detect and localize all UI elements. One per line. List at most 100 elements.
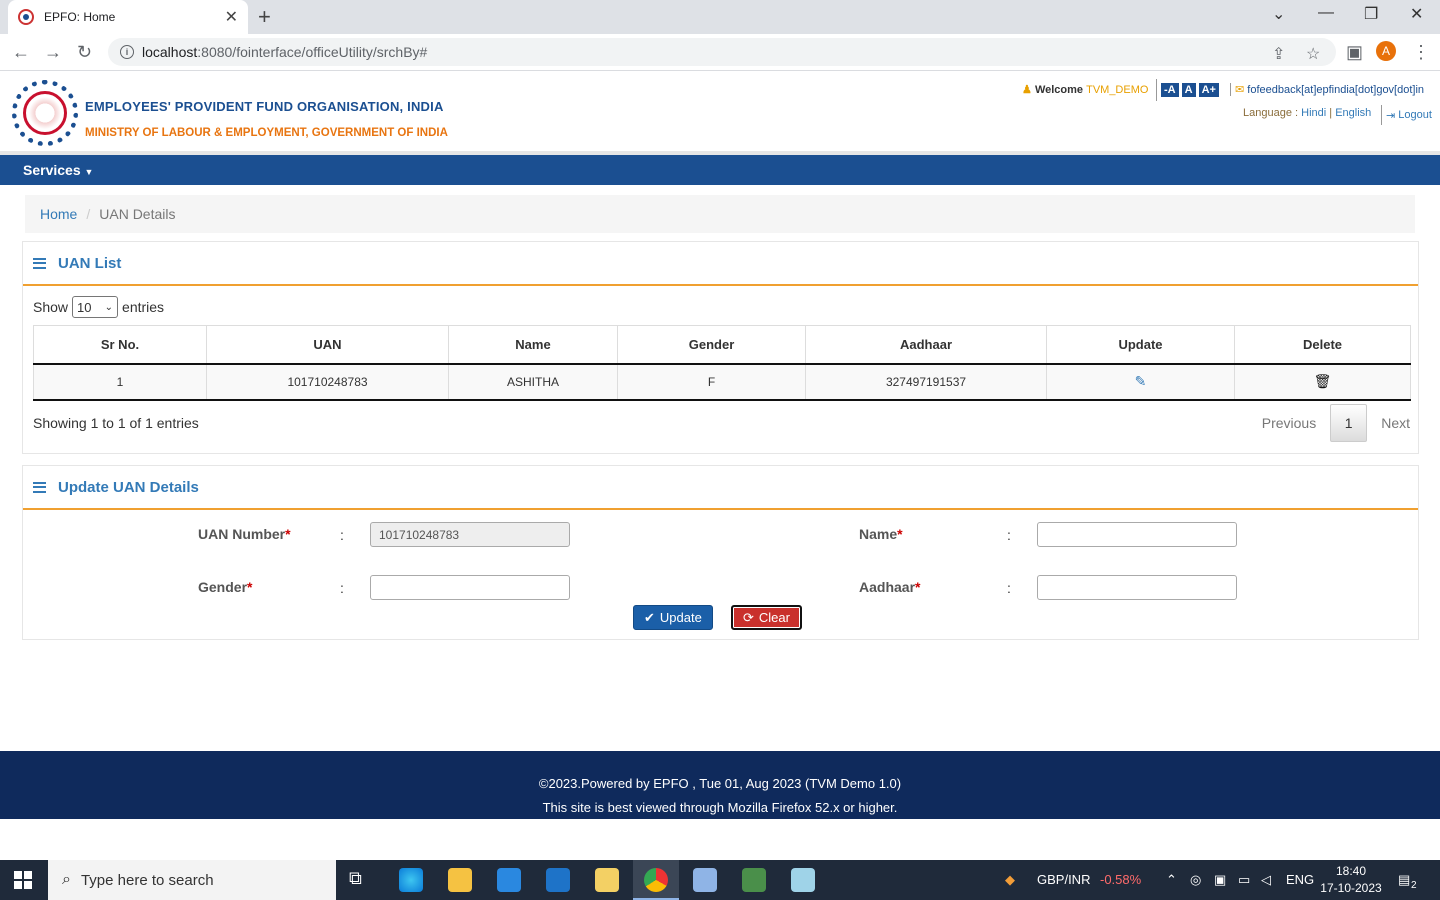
browser-tab[interactable]: EPFO: Home ✕	[8, 0, 248, 34]
chrome-icon[interactable]	[644, 868, 668, 892]
next-button[interactable]: Next	[1381, 415, 1410, 431]
uan-list-panel: UAN List Show 10 ⌄ entries Sr No. UAN Na…	[22, 241, 1419, 454]
breadcrumb-home[interactable]: Home	[40, 206, 77, 222]
col-uan[interactable]: UAN	[206, 325, 449, 365]
trash-icon[interactable]: 🗑	[1314, 373, 1332, 389]
edge-icon[interactable]	[399, 868, 423, 892]
edit-icon[interactable]: ✎	[1135, 373, 1147, 389]
hamburger-icon	[33, 257, 46, 269]
currency-pair[interactable]: GBP/INR	[1037, 872, 1090, 887]
breadcrumb-separator: /	[86, 206, 91, 222]
logout-label: Logout	[1398, 109, 1432, 121]
name-label: Name*	[859, 526, 903, 542]
task-view-icon[interactable]: ⧉	[349, 868, 373, 892]
mail-icon[interactable]	[546, 868, 570, 892]
logout-link[interactable]: ⇥ Logout	[1381, 105, 1432, 125]
reload-icon[interactable]: ↻	[77, 42, 92, 63]
media-icon[interactable]	[742, 868, 766, 892]
back-arrow-icon[interactable]: ←	[12, 42, 30, 63]
required-mark: *	[285, 526, 291, 542]
share-icon[interactable]: ⇪	[1272, 44, 1285, 64]
font-decrease-button[interactable]: -A	[1161, 83, 1179, 97]
aadhaar-label-text: Aadhaar	[859, 579, 916, 595]
aadhaar-input[interactable]	[1037, 575, 1237, 600]
chevron-down-icon: ⌄	[104, 301, 114, 313]
clear-button-label: Clear	[758, 610, 790, 625]
breadcrumb-current: UAN Details	[99, 206, 176, 222]
browser-tabbar: EPFO: Home ✕ + ⌄ — ❐ ✕	[0, 0, 1440, 34]
tab-search-chevron-icon[interactable]: ⌄	[1272, 4, 1285, 24]
folder-icon[interactable]	[595, 868, 619, 892]
meet-icon[interactable]: ◎	[1190, 872, 1201, 888]
epfo-logo[interactable]	[12, 80, 78, 146]
footer-copyright: ©2023.Powered by EPFO , Tue 01, Aug 2023…	[538, 776, 902, 791]
col-name[interactable]: Name	[448, 325, 618, 365]
show-hidden-icons-icon[interactable]: ⌃	[1166, 872, 1177, 888]
taskbar-clock[interactable]: 18:40 17-10-2023	[1318, 863, 1384, 897]
site-info-icon[interactable]: i	[120, 45, 134, 59]
taskbar-search[interactable]: ⌕ Type here to search	[48, 860, 336, 900]
store-icon[interactable]	[497, 868, 521, 892]
hamburger-icon	[33, 481, 46, 493]
window-close-icon[interactable]: ✕	[1410, 4, 1423, 24]
notification-count: 2	[1411, 880, 1417, 891]
font-size-controls: -A A A+	[1156, 79, 1219, 101]
profile-avatar[interactable]: A	[1376, 41, 1396, 61]
side-panel-icon[interactable]: ▣	[1346, 42, 1363, 63]
col-gender[interactable]: Gender	[617, 325, 806, 365]
uan-number-label-text: UAN Number	[198, 526, 286, 542]
col-update[interactable]: Update	[1046, 325, 1235, 365]
restore-icon[interactable]: ❐	[1364, 4, 1378, 24]
network-icon[interactable]: ▭	[1238, 872, 1250, 888]
gender-label: Gender*	[198, 579, 252, 595]
feedback-email-link[interactable]: ✉ fofeedback[at]epfindia[dot]gov[dot]in	[1230, 83, 1424, 96]
col-delete[interactable]: Delete	[1234, 325, 1411, 365]
entries-label: entries	[122, 299, 165, 315]
security-icon[interactable]: ▣	[1214, 872, 1226, 888]
font-normal-button[interactable]: A	[1181, 83, 1196, 97]
notepad-icon[interactable]	[791, 868, 815, 892]
notifications-icon[interactable]: ▤	[1398, 872, 1410, 888]
virtualbox-icon[interactable]	[693, 868, 717, 892]
update-button[interactable]: ✔ Update	[633, 605, 713, 630]
address-bar[interactable]: i localhost :8080/fointerface/officeUtil…	[108, 38, 1336, 66]
entries-select[interactable]: 10 ⌄	[72, 296, 119, 318]
bookmark-star-icon[interactable]: ☆	[1306, 44, 1320, 64]
col-sr-no[interactable]: Sr No.	[33, 325, 207, 365]
uan-list-header: UAN List	[23, 242, 1418, 286]
volume-icon[interactable]: ◁	[1261, 872, 1271, 888]
aadhaar-label: Aadhaar*	[859, 579, 920, 595]
lang-hindi-link[interactable]: Hindi	[1301, 107, 1326, 119]
browser-toolbar: ← → ↻ i localhost :8080/fointerface/offi…	[0, 34, 1440, 71]
welcome-text: ♟ Welcome TVM_DEMO	[1022, 83, 1148, 96]
currency-widget-icon[interactable]: ◆	[1005, 872, 1015, 888]
uan-number-input[interactable]: 101710248783	[370, 522, 570, 547]
lang-english-link[interactable]: English	[1335, 107, 1371, 119]
tab-title: EPFO: Home	[44, 10, 116, 24]
services-menu[interactable]: Services ▼	[23, 162, 93, 178]
cell-delete: 🗑	[1234, 363, 1411, 401]
clear-button[interactable]: ⟳ Clear	[731, 605, 802, 630]
previous-button[interactable]: Previous	[1262, 415, 1316, 431]
cell-sr-no: 1	[33, 363, 207, 401]
refresh-icon: ⟳	[743, 609, 754, 625]
windows-start-icon[interactable]	[14, 871, 32, 889]
browser-menu-icon[interactable]: ⋮	[1412, 42, 1430, 63]
file-explorer-icon[interactable]	[448, 868, 472, 892]
entries-value: 10	[77, 299, 92, 315]
language-indicator[interactable]: ENG	[1286, 872, 1314, 887]
font-increase-button[interactable]: A+	[1198, 83, 1219, 97]
main-navbar: Services ▼	[0, 155, 1440, 185]
page-1-button[interactable]: 1	[1330, 404, 1368, 442]
forward-arrow-icon[interactable]: →	[44, 42, 62, 63]
ministry-name: MINISTRY OF LABOUR & EMPLOYMENT, GOVERNM…	[85, 127, 448, 139]
name-input[interactable]	[1037, 522, 1237, 547]
colon: :	[1007, 580, 1011, 596]
gender-input[interactable]	[370, 575, 570, 600]
update-uan-panel: Update UAN Details UAN Number* : 1017102…	[22, 465, 1419, 640]
table-row: 1 101710248783 ASHITHA F 327497191537 ✎ …	[33, 363, 1411, 401]
minimize-icon[interactable]: —	[1318, 4, 1334, 22]
col-aadhaar[interactable]: Aadhaar	[805, 325, 1047, 365]
new-tab-button[interactable]: +	[258, 4, 271, 30]
tab-close-icon[interactable]: ✕	[225, 7, 238, 27]
